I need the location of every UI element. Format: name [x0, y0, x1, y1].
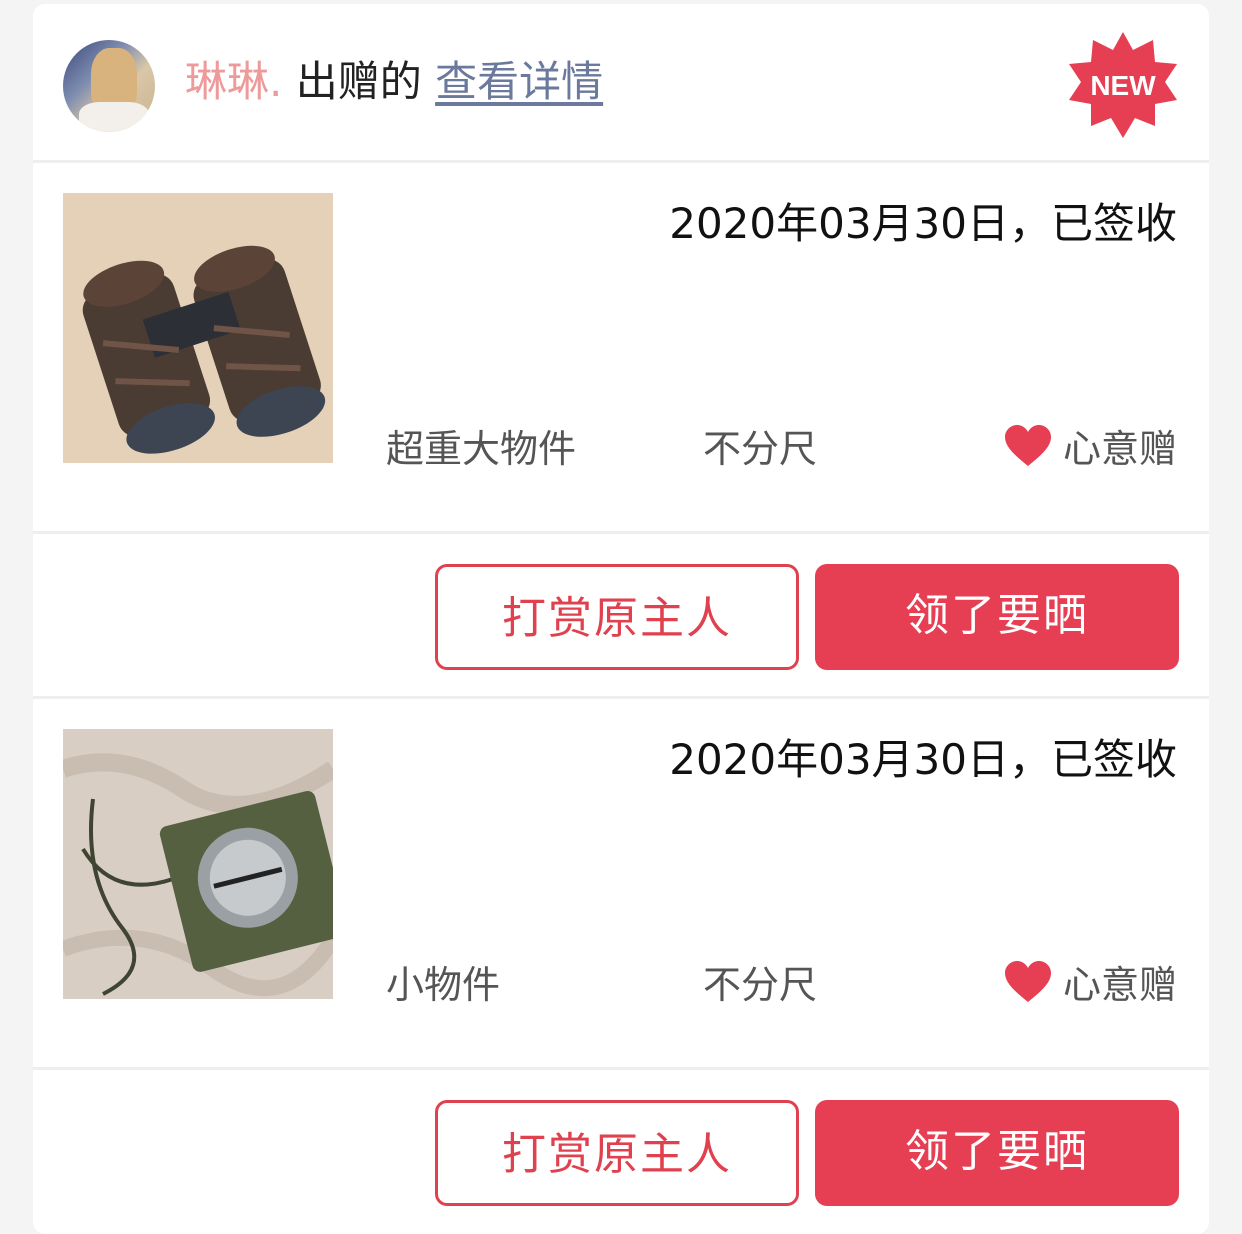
item-gift-type: 心意赠: [1003, 418, 1177, 473]
heart-icon: [1004, 424, 1051, 466]
username[interactable]: 琳琳.: [185, 57, 282, 106]
divider: [33, 531, 1209, 534]
new-badge: NEW: [1067, 30, 1179, 142]
divider: [33, 160, 1209, 163]
divider: [33, 1067, 1209, 1070]
gift-type-label: 心意赠: [1062, 427, 1177, 471]
item-fit-label: 不分尺: [703, 427, 818, 471]
item-gift-type: 心意赠: [1003, 954, 1177, 1009]
item-image-compass[interactable]: [63, 729, 333, 999]
claim-share-button[interactable]: 领了要晒: [815, 564, 1179, 670]
gave-text: 出赠的: [295, 57, 422, 106]
date-status: 2020年03月30日，已签收: [669, 735, 1177, 784]
card-header: 琳琳. 出赠的 查看详情 NEW: [33, 4, 1209, 160]
divider: [33, 696, 1209, 699]
item-size-label: 超重大物件: [386, 427, 577, 471]
new-badge-label: NEW: [1090, 70, 1156, 101]
heart-icon: [1004, 960, 1051, 1002]
gift-type-label: 心意赠: [1062, 963, 1177, 1007]
reward-owner-button[interactable]: 打赏原主人: [435, 564, 799, 670]
item-size-label: 小物件: [386, 963, 501, 1007]
gift-card: 琳琳. 出赠的 查看详情 NEW 2020年03月30日，已签收 超重大物件 不…: [33, 4, 1209, 1234]
item-fit-label: 不分尺: [703, 963, 818, 1007]
avatar[interactable]: [63, 40, 155, 132]
binoculars-photo: [63, 193, 333, 463]
item-image-binoculars[interactable]: [63, 193, 333, 463]
header-line: 琳琳. 出赠的 查看详情: [185, 54, 603, 110]
view-details-link[interactable]: 查看详情: [435, 57, 603, 106]
reward-owner-button[interactable]: 打赏原主人: [435, 1100, 799, 1206]
date-status: 2020年03月30日，已签收: [669, 199, 1177, 248]
compass-photo: [63, 729, 333, 999]
avatar-shirt: [79, 102, 149, 132]
claim-share-button[interactable]: 领了要晒: [815, 1100, 1179, 1206]
